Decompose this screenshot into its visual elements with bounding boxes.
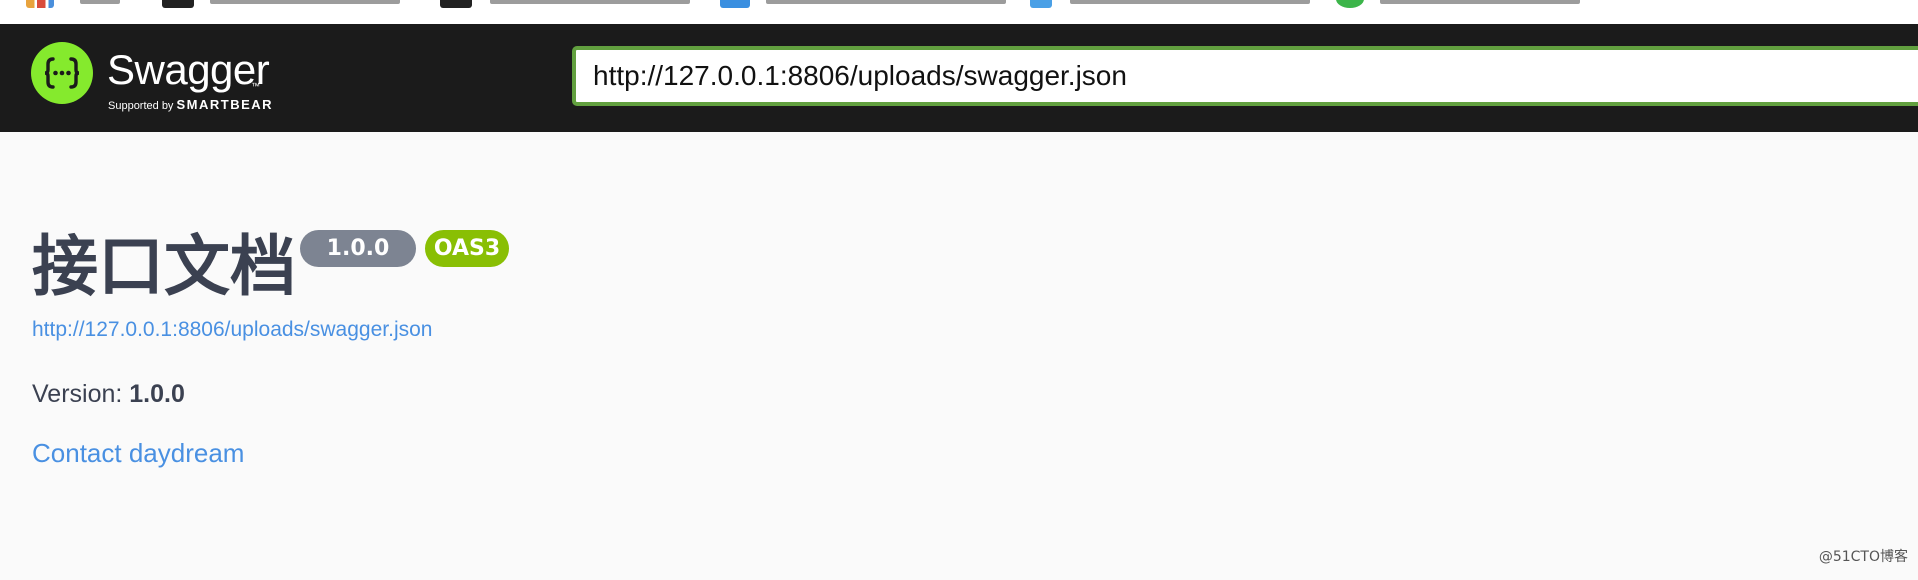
bookmark-favicon-icon[interactable] bbox=[1030, 0, 1052, 8]
swagger-braces-icon bbox=[44, 57, 80, 89]
oas-badge: OAS3 bbox=[425, 230, 509, 267]
brand-trademark: ™ bbox=[251, 81, 260, 91]
version-badge: 1.0.0 bbox=[300, 230, 416, 267]
bookmark-favicon-icon[interactable] bbox=[720, 0, 750, 8]
bookmark-label-placeholder bbox=[490, 0, 690, 4]
version-value: 1.0.0 bbox=[129, 380, 185, 408]
supported-by-label: Supported by bbox=[108, 100, 174, 112]
watermark: @51CTO博客 bbox=[1818, 549, 1908, 565]
bookmark-label-placeholder bbox=[80, 0, 120, 4]
bookmark-favicon-icon[interactable] bbox=[440, 0, 472, 8]
smartbear-label: SMARTBEAR bbox=[176, 97, 274, 112]
bookmarks-bar bbox=[0, 0, 1918, 24]
bookmark-label-placeholder bbox=[210, 0, 400, 4]
bookmark-label-placeholder bbox=[1070, 0, 1310, 4]
bookmark-label-placeholder bbox=[1380, 0, 1580, 4]
page-title: 接口文档 bbox=[32, 228, 296, 305]
bookmark-label-placeholder bbox=[766, 0, 1006, 4]
version-label: Version: bbox=[32, 380, 130, 408]
contact-link[interactable]: Contact daydream bbox=[32, 438, 244, 469]
spec-url-link[interactable]: http://127.0.0.1:8806/uploads/swagger.js… bbox=[32, 318, 432, 342]
swagger-topbar: Swagger ™ Supported by SMARTBEAR bbox=[0, 24, 1918, 132]
bookmark-apps-icon[interactable] bbox=[26, 0, 54, 8]
swagger-logo[interactable] bbox=[31, 42, 93, 104]
brand-name[interactable]: Swagger bbox=[107, 48, 270, 92]
brand-supported-by: Supported by SMARTBEAR bbox=[108, 98, 273, 113]
bookmark-favicon-icon[interactable] bbox=[162, 0, 194, 8]
version-line: Version: 1.0.0 bbox=[32, 380, 185, 409]
bookmark-favicon-icon[interactable] bbox=[1336, 0, 1364, 8]
spec-url-input[interactable] bbox=[572, 46, 1918, 106]
